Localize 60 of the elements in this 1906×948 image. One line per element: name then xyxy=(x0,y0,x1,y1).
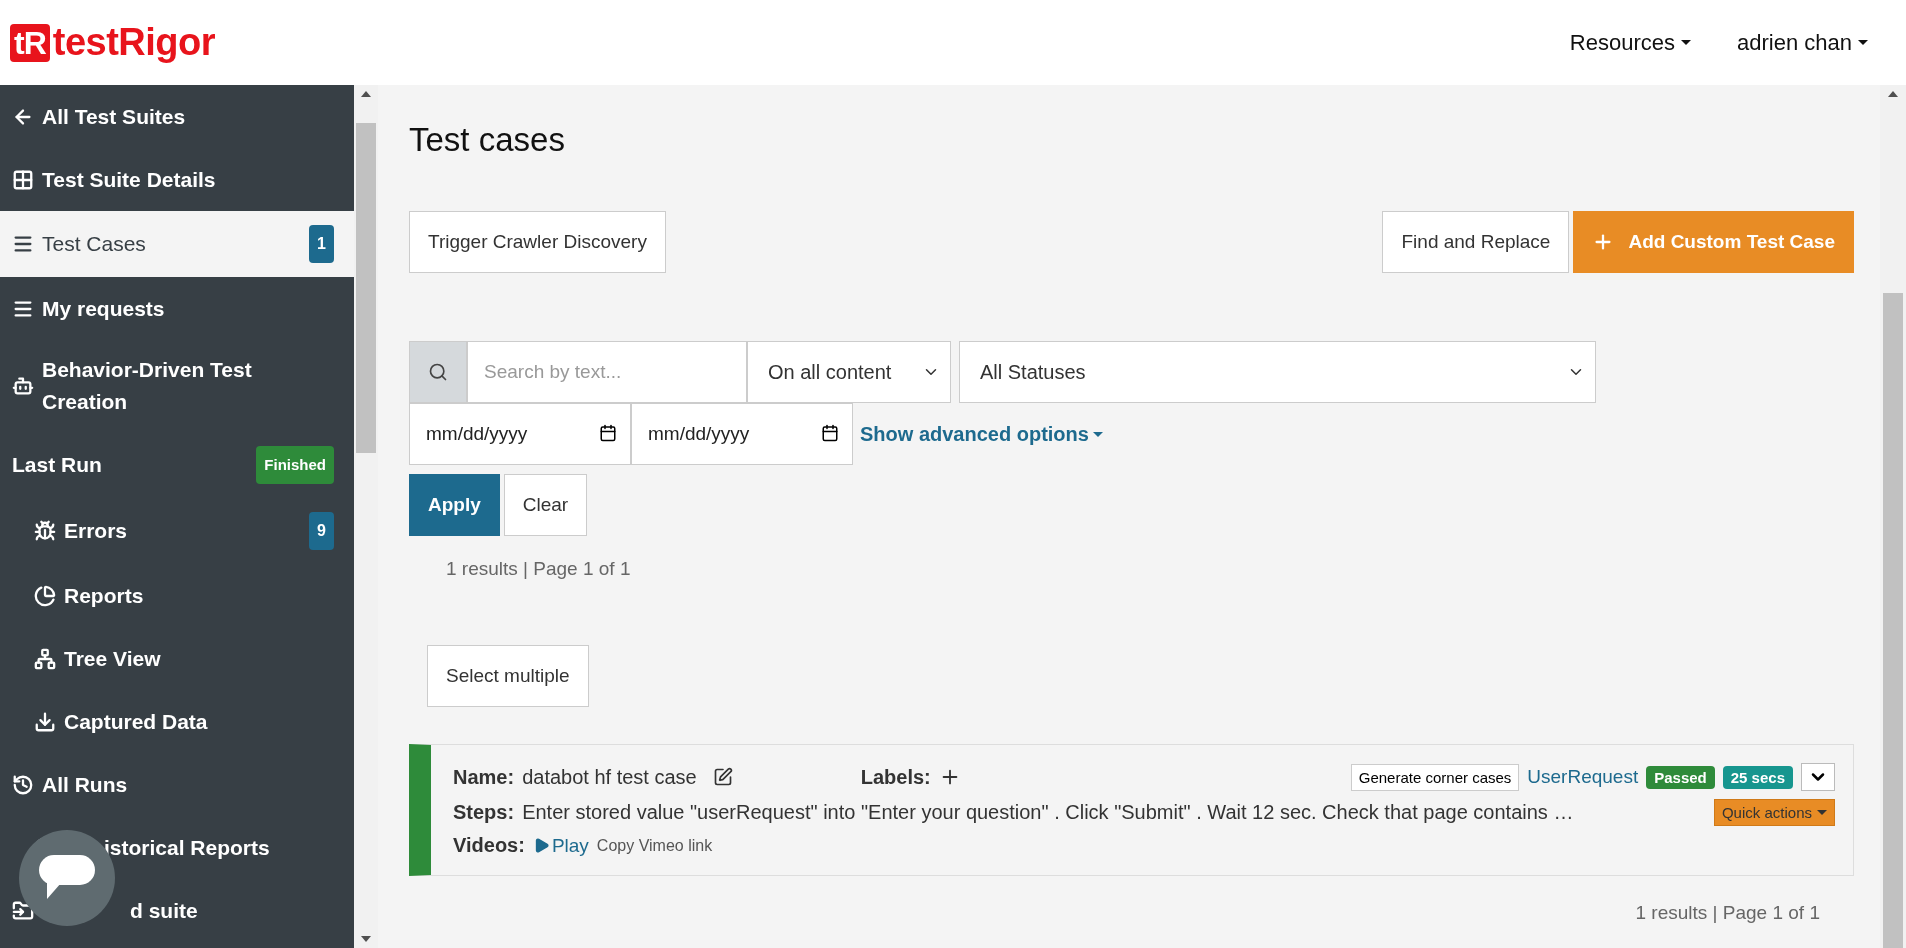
sidebar-item[interactable]: Test Suite Details xyxy=(0,148,354,211)
field-label: Steps: xyxy=(453,801,515,824)
calendar-icon[interactable] xyxy=(821,424,839,442)
download-icon xyxy=(34,710,56,733)
field-label: Videos: xyxy=(453,834,525,857)
logo[interactable]: tR testRigor xyxy=(10,21,216,64)
action-button[interactable]: Trigger Crawler Discovery xyxy=(409,211,666,273)
edit-icon[interactable] xyxy=(712,767,733,787)
header-menu[interactable]: adrien chan xyxy=(1737,29,1868,56)
robot-icon xyxy=(12,375,34,397)
sidebar-item[interactable]: Tree View xyxy=(0,627,354,690)
results-summary: 1 results | Page 1 of 1 xyxy=(446,558,631,580)
sidebar-item[interactable]: Captured Data xyxy=(0,690,354,753)
status-select[interactable]: All Statuses xyxy=(959,341,1596,403)
quick-actions-button[interactable]: Quick actions xyxy=(1713,799,1835,826)
request-link[interactable]: UserRequest xyxy=(1527,766,1639,788)
sidebar-item[interactable]: My requests xyxy=(0,277,354,340)
date-field[interactable]: mm/dd/yyyy xyxy=(631,403,853,465)
date-field[interactable]: mm/dd/yyyy xyxy=(409,403,631,465)
generate-corner-cases-button[interactable]: Generate corner cases xyxy=(1350,763,1520,791)
count-badge: Finished xyxy=(256,446,334,484)
grid-icon xyxy=(12,168,34,191)
status-badge: 25 secs xyxy=(1722,765,1793,789)
sidebar-item[interactable]: Behavior-Driven Test Creation xyxy=(0,340,354,432)
search-field[interactable]: Search by text... xyxy=(467,341,747,403)
sidebar-item[interactable]: Errors 9 xyxy=(0,498,354,564)
test-name: databot hf test case xyxy=(522,765,697,789)
search-icon xyxy=(409,341,467,403)
sidebar-item[interactable]: All Runs xyxy=(0,753,354,816)
sidebar-item[interactable]: All Test Suites xyxy=(0,85,354,148)
sidebar-item[interactable]: d suite xyxy=(0,879,354,942)
sidebar-item[interactable]: Last Run Finished xyxy=(0,432,354,498)
field-label: Name: xyxy=(453,765,515,789)
history-icon xyxy=(12,773,34,796)
tree-icon xyxy=(34,647,56,670)
menu-icon xyxy=(12,233,34,255)
steps-text: Enter stored value "userRequest" into "Enter your question" . Click "Submit" . Wait 12 sec. Check that page contains … xyxy=(522,801,1574,824)
action-button[interactable]: Find and Replace xyxy=(1382,211,1570,273)
count-badge: 1 xyxy=(309,225,334,263)
play-link[interactable]: Play xyxy=(532,834,589,857)
field-label: Labels: xyxy=(860,765,931,789)
results-summary: 1 results | Page 1 of 1 xyxy=(1635,902,1820,924)
apply-button[interactable]: Apply xyxy=(409,474,500,536)
page-title: Test cases xyxy=(409,121,566,159)
clear-button[interactable]: Clear xyxy=(503,474,588,536)
status-badge: Passed xyxy=(1646,765,1715,789)
calendar-icon[interactable] xyxy=(599,424,617,442)
sidebar-item[interactable]: Test Cases 1 xyxy=(0,211,354,277)
folder-icon xyxy=(12,899,34,922)
bug-icon xyxy=(34,520,56,542)
copy-link[interactable]: Copy Vimeo link xyxy=(596,836,713,855)
chat-icon xyxy=(39,855,95,901)
expand-button[interactable] xyxy=(1801,763,1835,791)
pie-chart-icon xyxy=(34,584,56,607)
count-badge: 9 xyxy=(309,512,334,550)
scope-select[interactable]: On all content xyxy=(747,341,951,403)
header-menu[interactable]: Resources xyxy=(1569,29,1691,56)
select-multiple-button[interactable]: Select multiple xyxy=(427,645,589,707)
advanced-options-link[interactable]: Show advanced options xyxy=(860,403,1103,465)
sidebar-item[interactable]: Reports xyxy=(0,564,354,627)
